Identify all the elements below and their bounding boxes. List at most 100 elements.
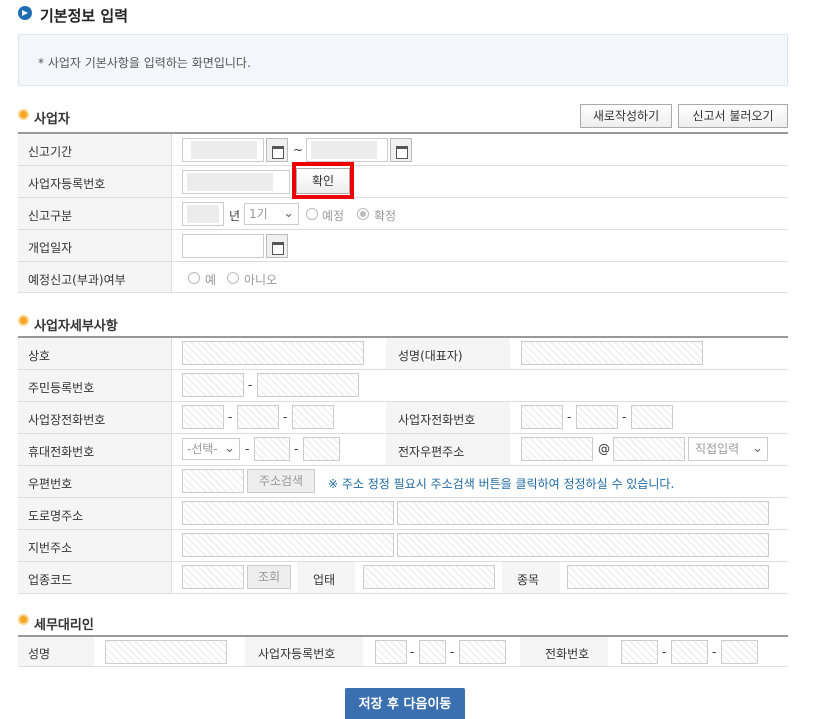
biz-phone-3-input[interactable]: [292, 405, 334, 429]
business-name-input[interactable]: [182, 341, 364, 365]
new-form-button[interactable]: 새로작성하기: [580, 104, 672, 128]
agent-regno-2-input[interactable]: [419, 640, 446, 664]
year-input[interactable]: [182, 202, 224, 226]
pre-report-label: 예정신고(부과)여부: [28, 273, 126, 287]
section-title-details: 사업자세부사항: [34, 319, 118, 334]
open-date-label: 개업일자: [28, 241, 73, 255]
section-bullet-icon: [18, 315, 29, 326]
section-bullet-icon: [18, 109, 29, 120]
dash: -: [567, 410, 572, 424]
radio-yes-label: 예: [205, 273, 217, 287]
agent-phone-2-input[interactable]: [671, 640, 708, 664]
row-open-date: [18, 230, 788, 262]
dash: -: [248, 378, 253, 392]
calendar-icon[interactable]: [266, 138, 288, 162]
info-text: * 사업자 기본사항을 입력하는 화면입니다.: [38, 56, 251, 70]
section-bullet-icon: [18, 614, 29, 625]
industry-search-button[interactable]: 조회: [247, 565, 291, 589]
row-type: [18, 198, 788, 230]
lot-address-detail-input[interactable]: [397, 533, 769, 557]
calendar-icon[interactable]: [390, 138, 412, 162]
agent-regno-3-input[interactable]: [459, 640, 506, 664]
agent-regno-1-input[interactable]: [375, 640, 407, 664]
radio-pre[interactable]: [306, 208, 318, 220]
mobile-label: 휴대전화번호: [28, 445, 95, 459]
agent-regno-label: 사업자등록번호: [258, 647, 336, 661]
email-at: @: [598, 442, 610, 456]
dash: -: [712, 645, 717, 659]
owner-phone-3-input[interactable]: [631, 405, 673, 429]
owner-phone-2-input[interactable]: [576, 405, 618, 429]
road-address-input[interactable]: [182, 501, 394, 525]
email-domain-input[interactable]: [613, 437, 685, 461]
biz-type-input[interactable]: [363, 565, 495, 589]
period-end-input[interactable]: [306, 138, 388, 162]
dash: -: [283, 410, 288, 424]
biz-item-label: 종목: [517, 573, 540, 587]
road-address-detail-input[interactable]: [397, 501, 769, 525]
email-id-input[interactable]: [521, 437, 593, 461]
radio-final[interactable]: [357, 208, 369, 220]
dash: -: [245, 442, 250, 456]
section-title-agent: 세무대리인: [34, 618, 94, 633]
row-ssn: [18, 370, 788, 402]
radio-no-label: 아니오: [244, 273, 278, 287]
regno-label: 사업자등록번호: [28, 177, 106, 191]
agent-name-input[interactable]: [105, 640, 227, 664]
save-next-button[interactable]: 저장 후 다음이동: [345, 688, 465, 719]
mobile-2-input[interactable]: [254, 437, 290, 461]
agent-phone-1-input[interactable]: [621, 640, 658, 664]
owner-phone-1-input[interactable]: [521, 405, 563, 429]
lot-label: 지번주소: [28, 541, 73, 555]
biz-phone-2-input[interactable]: [237, 405, 279, 429]
highlight-box: [292, 162, 354, 199]
zip-label: 우편번호: [28, 477, 73, 491]
dash: -: [450, 645, 455, 659]
rep-name-input[interactable]: [521, 341, 703, 365]
biz-item-input[interactable]: [567, 565, 769, 589]
address-search-button[interactable]: 주소검색: [247, 469, 315, 493]
title-arrow-icon: [18, 6, 32, 20]
biz-phone-label: 사업장전화번호: [28, 413, 106, 427]
term-select[interactable]: 1기: [244, 203, 299, 225]
zip-input[interactable]: [182, 469, 244, 493]
agent-name-label: 성명: [28, 647, 51, 661]
mobile-prefix-select[interactable]: -선택-: [182, 438, 240, 460]
dash: -: [228, 410, 233, 424]
lot-address-input[interactable]: [182, 533, 394, 557]
email-domain-select[interactable]: 직접입력: [688, 437, 768, 461]
rep-label: 성명(대표자): [398, 349, 463, 363]
dash: -: [294, 442, 299, 456]
agent-phone-3-input[interactable]: [721, 640, 758, 664]
type-label: 신고구분: [28, 209, 73, 223]
dash: -: [622, 410, 627, 424]
load-form-button[interactable]: 신고서 불러오기: [678, 104, 788, 128]
mobile-3-input[interactable]: [303, 437, 340, 461]
calendar-icon[interactable]: [266, 234, 288, 258]
regno-input[interactable]: [182, 170, 290, 194]
dash: -: [410, 645, 415, 659]
agent-phone-label: 전화번호: [545, 647, 590, 661]
ssn-back-input[interactable]: [257, 373, 359, 397]
page-title: 기본정보 입력: [40, 7, 129, 25]
dash: -: [662, 645, 667, 659]
ssn-front-input[interactable]: [182, 373, 244, 397]
period-label: 신고기간: [28, 145, 73, 159]
biz-type-label: 업태: [313, 573, 336, 587]
period-separator: ~: [293, 143, 304, 157]
row-regno: [18, 166, 788, 198]
ssn-label: 주민등록번호: [28, 381, 95, 395]
industry-code-input[interactable]: [182, 565, 244, 589]
period-start-input[interactable]: [182, 138, 264, 162]
owner-phone-label: 사업자전화번호: [398, 413, 476, 427]
biz-phone-1-input[interactable]: [182, 405, 224, 429]
industry-label: 업종코드: [28, 573, 73, 587]
road-label: 도로명주소: [28, 509, 84, 523]
name-label: 상호: [28, 349, 51, 363]
radio-no[interactable]: [227, 272, 239, 284]
radio-yes[interactable]: [188, 272, 200, 284]
section-title-business: 사업자: [34, 112, 70, 127]
open-date-input[interactable]: [182, 234, 264, 258]
address-note: ※ 주소 정정 필요시 주소검색 버튼을 클릭하여 정정하실 수 있습니다.: [328, 477, 675, 491]
year-suffix: 년: [229, 209, 241, 223]
